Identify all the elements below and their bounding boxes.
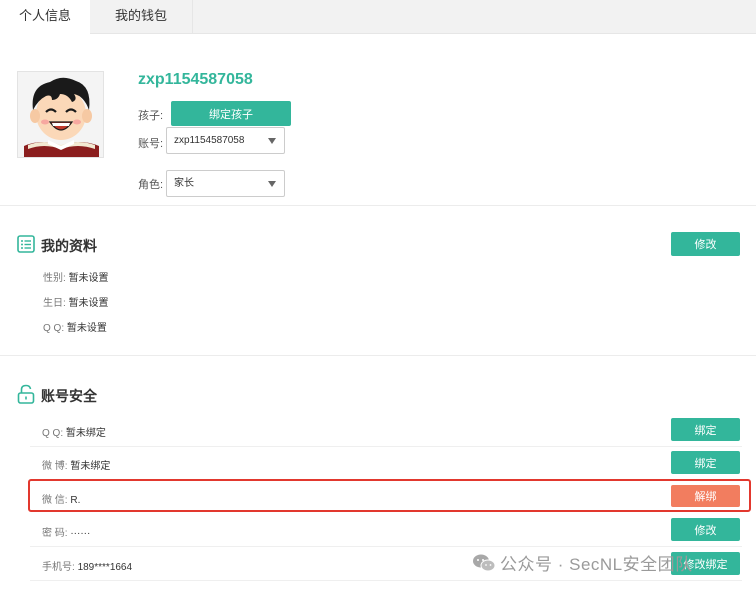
- role-label: 角色:: [138, 179, 164, 191]
- change-password-button[interactable]: 修改: [671, 518, 740, 541]
- avatar[interactable]: [17, 71, 104, 158]
- bind-child-button[interactable]: 绑定孩子: [171, 101, 291, 126]
- row-divider: [30, 580, 742, 581]
- account-select-value: zxp1154587058: [174, 135, 245, 146]
- info-key: 生日:: [43, 298, 66, 309]
- bind-weibo-button[interactable]: 绑定: [671, 451, 740, 474]
- security-row-qq: Q Q: 暂未绑定: [42, 424, 106, 439]
- info-key: 性别:: [43, 273, 66, 284]
- tab-bar: 个人信息 我的钱包: [0, 0, 756, 35]
- account-select[interactable]: zxp1154587058: [166, 127, 285, 154]
- row-divider: [30, 446, 742, 447]
- info-value: 暂未设置: [68, 273, 109, 284]
- security-title: 账号安全: [41, 388, 97, 404]
- list-icon: [17, 235, 35, 253]
- wechat-icon: [473, 554, 496, 572]
- security-row-weibo: 微 博: 暂未绑定: [42, 457, 110, 472]
- cartoon-boy-avatar-image: [18, 72, 103, 157]
- row-divider: [30, 546, 742, 547]
- account-label: 账号:: [138, 138, 164, 150]
- security-key: 密 码:: [42, 528, 68, 539]
- security-row-phone: 手机号: 189****1664: [42, 558, 132, 573]
- security-key: 手机号:: [42, 562, 75, 573]
- chevron-down-icon: [268, 138, 276, 144]
- watermark-text: 公众号 · SecNL安全团队: [500, 555, 693, 574]
- unlock-icon: [17, 384, 35, 404]
- security-row-password: 密 码: ······: [42, 524, 90, 539]
- security-value: ······: [70, 528, 91, 539]
- security-key: Q Q:: [42, 428, 64, 439]
- security-value: 暂未绑定: [70, 461, 111, 472]
- security-value: 暂未绑定: [65, 428, 106, 439]
- tab-my-wallet[interactable]: 我的钱包: [90, 0, 193, 34]
- tab-personal-info[interactable]: 个人信息: [0, 0, 90, 35]
- info-key: Q Q:: [43, 323, 65, 334]
- security-value: 189****1664: [77, 562, 133, 573]
- info-value: 暂未设置: [68, 298, 109, 309]
- info-row-gender: 性别: 暂未设置: [43, 269, 109, 284]
- chevron-down-icon: [268, 181, 276, 187]
- edit-info-button[interactable]: 修改: [671, 232, 740, 256]
- info-row-qq: Q Q: 暂未设置: [43, 319, 107, 334]
- divider: [0, 355, 756, 356]
- divider: [0, 205, 756, 206]
- username: zxp1154587058: [138, 71, 253, 88]
- security-key: 微 博:: [42, 461, 68, 472]
- info-row-birthday: 生日: 暂未设置: [43, 294, 109, 309]
- bind-qq-button[interactable]: 绑定: [671, 418, 740, 441]
- info-value: 暂未设置: [66, 323, 107, 334]
- my-info-title: 我的资料: [41, 238, 97, 254]
- wechat-row-highlight: [28, 479, 751, 512]
- role-select[interactable]: 家长: [166, 170, 285, 197]
- child-label: 孩子:: [138, 110, 164, 122]
- role-select-value: 家长: [174, 178, 194, 189]
